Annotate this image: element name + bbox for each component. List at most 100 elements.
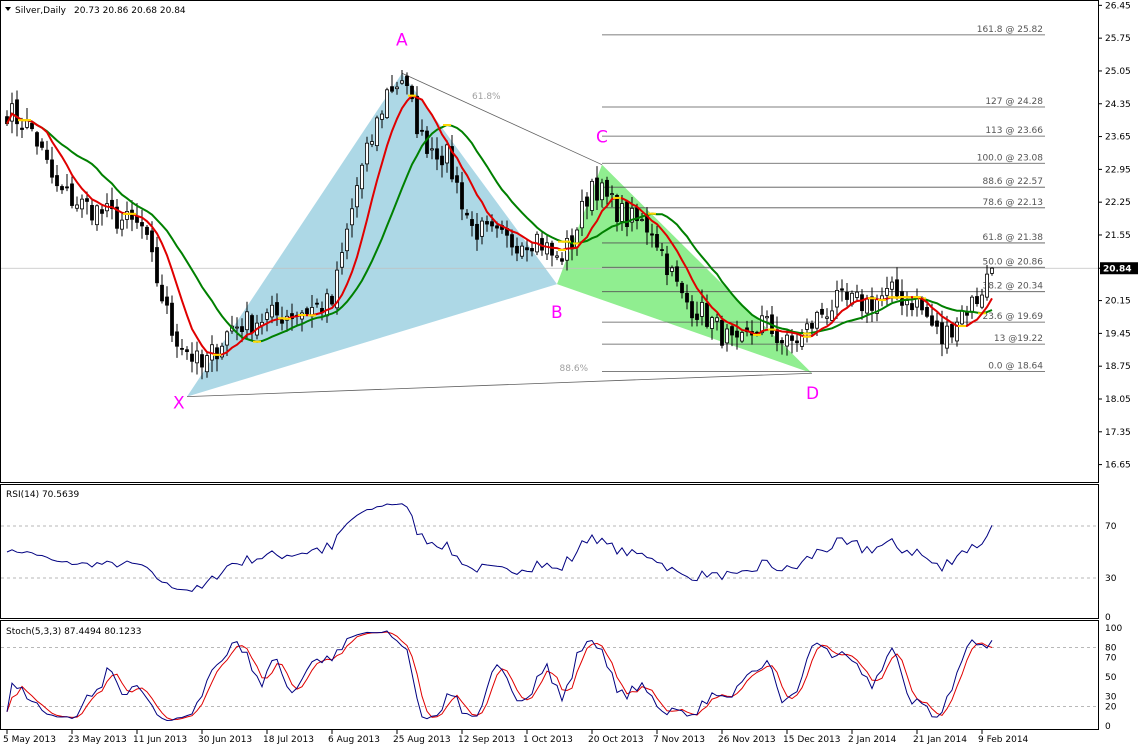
pattern-point-c: C bbox=[596, 128, 608, 148]
candle-body bbox=[180, 347, 184, 350]
candle-body bbox=[990, 267, 994, 274]
rsi-panel[interactable] bbox=[0, 484, 1099, 619]
candle-body bbox=[45, 149, 49, 160]
candle-body bbox=[510, 234, 514, 248]
candle-body bbox=[430, 148, 434, 151]
date-tick-label: 6 Aug 2013 bbox=[328, 735, 380, 745]
candle-body bbox=[70, 183, 74, 206]
candle-body bbox=[830, 310, 834, 321]
candle-body bbox=[840, 288, 844, 291]
candle-body bbox=[925, 307, 929, 317]
pattern-point-a: A bbox=[396, 30, 408, 50]
date-tick-label: 23 May 2013 bbox=[68, 735, 127, 745]
price-panel[interactable] bbox=[0, 0, 1099, 483]
price-tick-label: 26.45 bbox=[1105, 1, 1131, 11]
candle-body bbox=[820, 308, 824, 315]
date-tick-label: 15 Dec 2013 bbox=[783, 735, 841, 745]
candle-body bbox=[580, 200, 584, 229]
pattern-point-d: D bbox=[806, 384, 819, 404]
price-tick-label: 16.65 bbox=[1105, 461, 1131, 471]
candle-body bbox=[790, 335, 794, 341]
pattern-point-x: X bbox=[173, 394, 185, 414]
candle-body bbox=[455, 175, 459, 183]
candle-body bbox=[825, 316, 829, 319]
candle-body bbox=[100, 209, 104, 214]
candle-body bbox=[845, 291, 849, 300]
price-tick-label: 24.35 bbox=[1105, 100, 1131, 110]
candle-body bbox=[890, 281, 894, 290]
candle-body bbox=[940, 322, 944, 345]
candle-body bbox=[330, 295, 334, 305]
candle-body bbox=[195, 350, 199, 364]
price-tick-label: 19.45 bbox=[1105, 329, 1131, 339]
candle-body bbox=[90, 204, 94, 221]
candle-body bbox=[185, 349, 189, 353]
candle-body bbox=[575, 229, 579, 248]
candle-body bbox=[145, 226, 149, 235]
candle-body bbox=[865, 298, 869, 314]
candle-body bbox=[365, 142, 369, 165]
candle-body bbox=[560, 258, 564, 262]
candle-body bbox=[165, 296, 169, 306]
candle-body bbox=[245, 311, 249, 331]
candle-body bbox=[975, 296, 979, 305]
candle-body bbox=[460, 182, 464, 210]
rsi-tick-label: 0 bbox=[1105, 613, 1111, 623]
candle-body bbox=[665, 253, 669, 276]
date-tick-label: 20 Oct 2013 bbox=[588, 735, 644, 745]
candle-body bbox=[725, 328, 729, 344]
candle-body bbox=[340, 252, 344, 268]
fib-level-label: 78.6 @ 22.13 bbox=[982, 198, 1043, 208]
candle-body bbox=[835, 290, 839, 308]
candle-body bbox=[250, 315, 254, 333]
price-tick-label: 23.65 bbox=[1105, 133, 1131, 143]
stoch-tick-label: 80 bbox=[1105, 644, 1117, 654]
candle-body bbox=[305, 308, 309, 315]
candle-body bbox=[480, 220, 484, 237]
candle-body bbox=[325, 293, 329, 317]
ratio-label: 61.8% bbox=[472, 92, 501, 102]
candle-body bbox=[405, 75, 409, 87]
candle-body bbox=[395, 86, 399, 90]
candle-body bbox=[355, 185, 359, 208]
date-tick-label: 12 Sep 2013 bbox=[458, 735, 515, 745]
candle-body bbox=[35, 132, 39, 147]
fib-level-label: 50.0 @ 20.86 bbox=[982, 257, 1043, 267]
date-tick-label: 5 May 2013 bbox=[3, 735, 56, 745]
candle-body bbox=[95, 205, 99, 226]
candle-body bbox=[970, 296, 974, 313]
candle-body bbox=[435, 148, 439, 160]
candle-body bbox=[810, 323, 814, 329]
stoch-tick-label: 50 bbox=[1105, 673, 1117, 683]
candle-body bbox=[730, 326, 734, 336]
candle-body bbox=[775, 329, 779, 343]
candle-body bbox=[315, 302, 319, 305]
candle-body bbox=[420, 129, 424, 132]
price-tick-label: 22.95 bbox=[1105, 165, 1131, 175]
stoch-tick-label: 70 bbox=[1105, 653, 1117, 663]
candle-body bbox=[735, 330, 739, 338]
candle-body bbox=[515, 245, 519, 254]
date-tick-label: 7 Nov 2013 bbox=[653, 735, 705, 745]
candle-body bbox=[660, 249, 664, 251]
candle-body bbox=[555, 255, 559, 258]
candle-body bbox=[80, 198, 84, 210]
candle-body bbox=[905, 300, 909, 306]
ohlc-values: 20.73 20.86 20.68 20.84 bbox=[74, 6, 186, 16]
candle-body bbox=[400, 80, 404, 84]
stoch-tick-label: 20 bbox=[1105, 702, 1117, 712]
candle-body bbox=[490, 221, 494, 227]
date-tick-label: 1 Oct 2013 bbox=[523, 735, 573, 745]
date-tick-label: 26 Nov 2013 bbox=[718, 735, 776, 745]
candle-body bbox=[385, 89, 389, 118]
candle-body bbox=[860, 294, 864, 312]
rsi-tick-label: 30 bbox=[1105, 574, 1117, 584]
candle-body bbox=[700, 302, 704, 317]
rsi-tick-label: 70 bbox=[1105, 522, 1117, 532]
candle-body bbox=[605, 179, 609, 197]
stoch-tick-label: 0 bbox=[1105, 722, 1111, 732]
candle-body bbox=[615, 195, 619, 222]
candle-body bbox=[595, 177, 599, 201]
fib-level-label: 113 @ 23.66 bbox=[985, 126, 1043, 136]
candle-body bbox=[465, 212, 469, 216]
